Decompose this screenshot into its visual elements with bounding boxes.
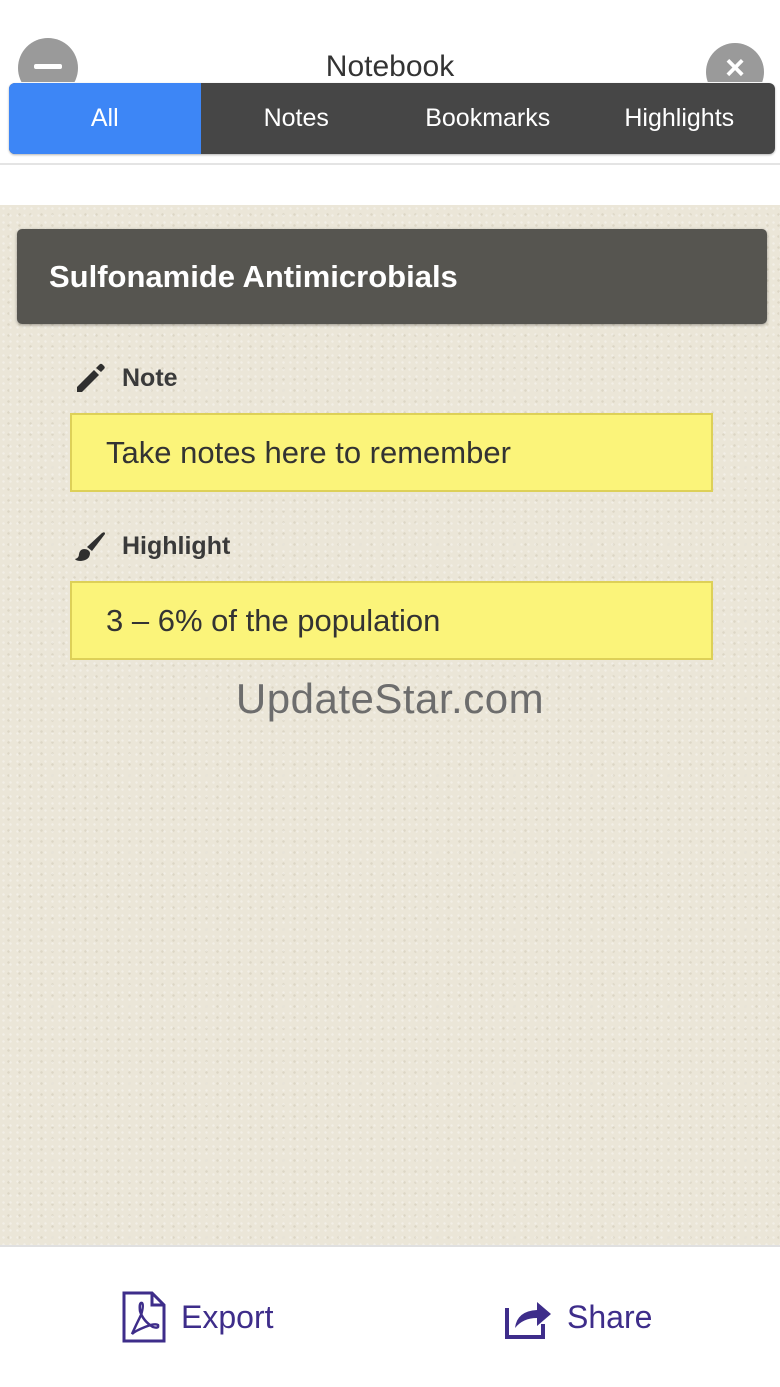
tab-highlights[interactable]: Highlights	[584, 83, 776, 154]
brush-icon	[75, 532, 105, 561]
highlight-label: Highlight	[122, 531, 231, 560]
tab-bar: All Notes Bookmarks Highlights	[9, 83, 775, 154]
tab-notes[interactable]: Notes	[201, 83, 393, 154]
pdf-icon	[122, 1291, 166, 1343]
header-divider	[0, 163, 780, 165]
export-button[interactable]: Export	[121, 1287, 273, 1347]
notebook-content: Sulfonamide Antimicrobials Note Take not…	[0, 205, 780, 1245]
share-icon	[505, 1302, 551, 1339]
watermark: UpdateStar.com	[235, 675, 545, 722]
share-button[interactable]: Share	[503, 1287, 652, 1347]
tab-bookmarks[interactable]: Bookmarks	[392, 83, 584, 154]
section-title: Sulfonamide Antimicrobials	[49, 258, 458, 294]
note-label: Note	[122, 363, 178, 392]
share-label: Share	[567, 1298, 653, 1335]
tab-all[interactable]: All	[9, 83, 201, 154]
header: Notebook ×	[0, 0, 780, 82]
close-icon[interactable]: ×	[706, 43, 764, 82]
bottom-toolbar: Export Share	[0, 1247, 780, 1387]
note-entry[interactable]: Take notes here to remember	[70, 413, 713, 492]
highlight-label-row: Highlight	[72, 528, 230, 564]
export-label: Export	[181, 1298, 274, 1335]
notebook-screen: Notebook × All Notes Bookmarks Highlight…	[0, 0, 780, 1387]
page-title: Notebook	[325, 50, 455, 82]
note-label-row: Note	[72, 360, 178, 396]
pencil-icon	[77, 363, 105, 392]
section-header: Sulfonamide Antimicrobials	[17, 229, 767, 324]
highlight-entry[interactable]: 3 – 6% of the population	[70, 581, 713, 660]
